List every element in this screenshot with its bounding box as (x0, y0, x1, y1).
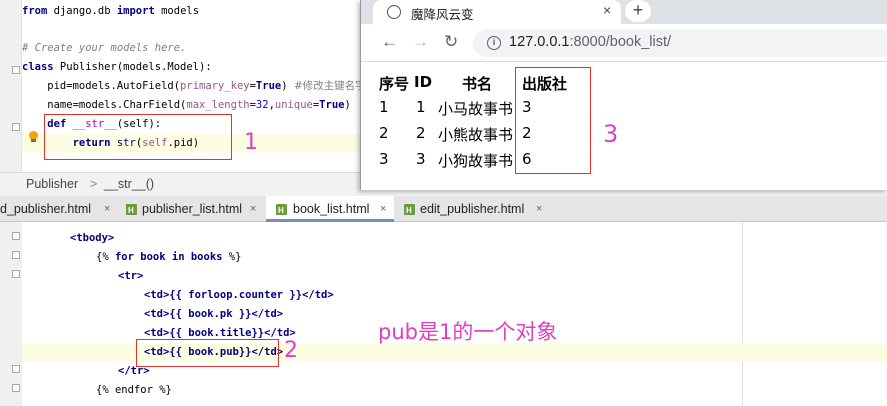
close-icon[interactable]: × (250, 196, 256, 222)
table-cell: 1 (379, 98, 389, 116)
table-cell: 小熊故事书 (438, 126, 514, 144)
browser-tab-title: 魔降风云变 (411, 8, 474, 22)
new-tab-button[interactable]: + (625, 0, 651, 22)
table-cell: 1 (416, 98, 426, 116)
code-line: <td>{{ forloop.counter }}</td> (144, 289, 334, 301)
page-content: 序号 ID 书名 出版社 1 1 小马故事书 3 2 2 小熊故事书 2 3 3… (361, 62, 887, 190)
code-line: name=models.CharField(max_length=32,uniq… (22, 99, 351, 111)
fold-icon[interactable] (12, 66, 20, 74)
editor-gutter (0, 0, 22, 172)
address-bar[interactable]: i 127.0.0.1:8000/book_list/ (473, 29, 887, 57)
annotation-box-3 (515, 67, 591, 174)
close-icon[interactable]: × (104, 196, 110, 222)
fold-icon[interactable] (12, 232, 20, 240)
tab-edit-publisher[interactable]: edit_publisher.html × (396, 196, 554, 222)
fold-icon[interactable] (12, 123, 20, 131)
url-text[interactable]: 127.0.0.1:8000/book_list/ (509, 34, 671, 50)
fold-icon[interactable] (12, 270, 20, 278)
table-cell: 3 (416, 150, 426, 168)
annotation-box-2 (136, 339, 279, 367)
column-header-index: 序号 (379, 75, 410, 93)
fold-icon[interactable] (12, 251, 20, 259)
breadcrumb-item-method[interactable]: __str__() (104, 177, 154, 191)
code-line: <tr> (118, 270, 144, 282)
code-line: from django.db import models (22, 5, 200, 17)
browser-window[interactable]: 魔降风云变 × + ← → ↻ i 127.0.0.1:8000/book_li… (360, 0, 887, 190)
column-header-id: ID (414, 73, 433, 91)
fold-icon[interactable] (12, 384, 20, 392)
table-cell: 3 (379, 150, 389, 168)
tab-label: publisher_list.html (142, 202, 243, 216)
code-line: <td>{{ book.pk }}</td> (144, 308, 284, 320)
editor-gutter (0, 222, 22, 406)
template-editor[interactable]: <tbody> {% for book in books %} <tr> <td… (0, 222, 887, 406)
breadcrumb-separator: > (90, 177, 98, 191)
code-comment: # Create your models here. (22, 42, 187, 54)
annotation-box-1 (44, 114, 232, 160)
globe-icon (387, 5, 401, 19)
browser-titlebar: 魔降风云变 × + (361, 0, 887, 24)
column-header-title: 书名 (462, 75, 493, 93)
tab-book-list[interactable]: book_list.html × (266, 196, 394, 222)
tab-add-publisher[interactable]: d_publisher.html × (0, 196, 118, 222)
tab-publisher-list[interactable]: publisher_list.html × (120, 196, 264, 222)
code-line: <tbody> (70, 232, 115, 244)
table-cell: 2 (416, 124, 426, 142)
code-line: class Publisher(models.Model): (22, 61, 212, 73)
table-cell: 小马故事书 (438, 100, 514, 118)
tab-label: book_list.html (293, 202, 370, 216)
html-file-icon (276, 198, 287, 219)
code-line: {% endfor %} (96, 384, 172, 396)
table-cell: 2 (379, 124, 389, 142)
html-file-icon (126, 198, 137, 222)
annotation-note: pub是1的一个对象 (378, 320, 558, 344)
close-icon[interactable]: × (536, 196, 542, 222)
tab-label: edit_publisher.html (420, 202, 525, 216)
html-file-icon (404, 198, 415, 222)
annotation-label-1: 1 (244, 130, 258, 155)
breadcrumb-item-class[interactable]: Publisher (26, 177, 78, 191)
annotation-label-3: 3 (603, 120, 619, 148)
code-line: pid=models.AutoField(primary_key=True) #… (22, 80, 366, 92)
annotation-label-2: 2 (284, 338, 298, 363)
close-icon[interactable]: × (380, 196, 386, 219)
code-line: {% for book in books %} (96, 251, 242, 263)
fold-icon[interactable] (12, 365, 20, 373)
close-icon[interactable]: × (603, 2, 611, 18)
reload-icon[interactable]: ↻ (444, 32, 458, 52)
forward-arrow-icon[interactable]: → (412, 32, 429, 52)
right-margin-guide (742, 222, 743, 406)
table-cell: 小狗故事书 (438, 152, 514, 170)
browser-toolbar: ← → ↻ i 127.0.0.1:8000/book_list/ (361, 24, 887, 62)
info-icon[interactable]: i (487, 36, 501, 50)
tab-label: d_publisher.html (0, 202, 92, 216)
back-arrow-icon[interactable]: ← (381, 32, 398, 52)
editor-tabs: d_publisher.html × publisher_list.html ×… (0, 196, 887, 222)
